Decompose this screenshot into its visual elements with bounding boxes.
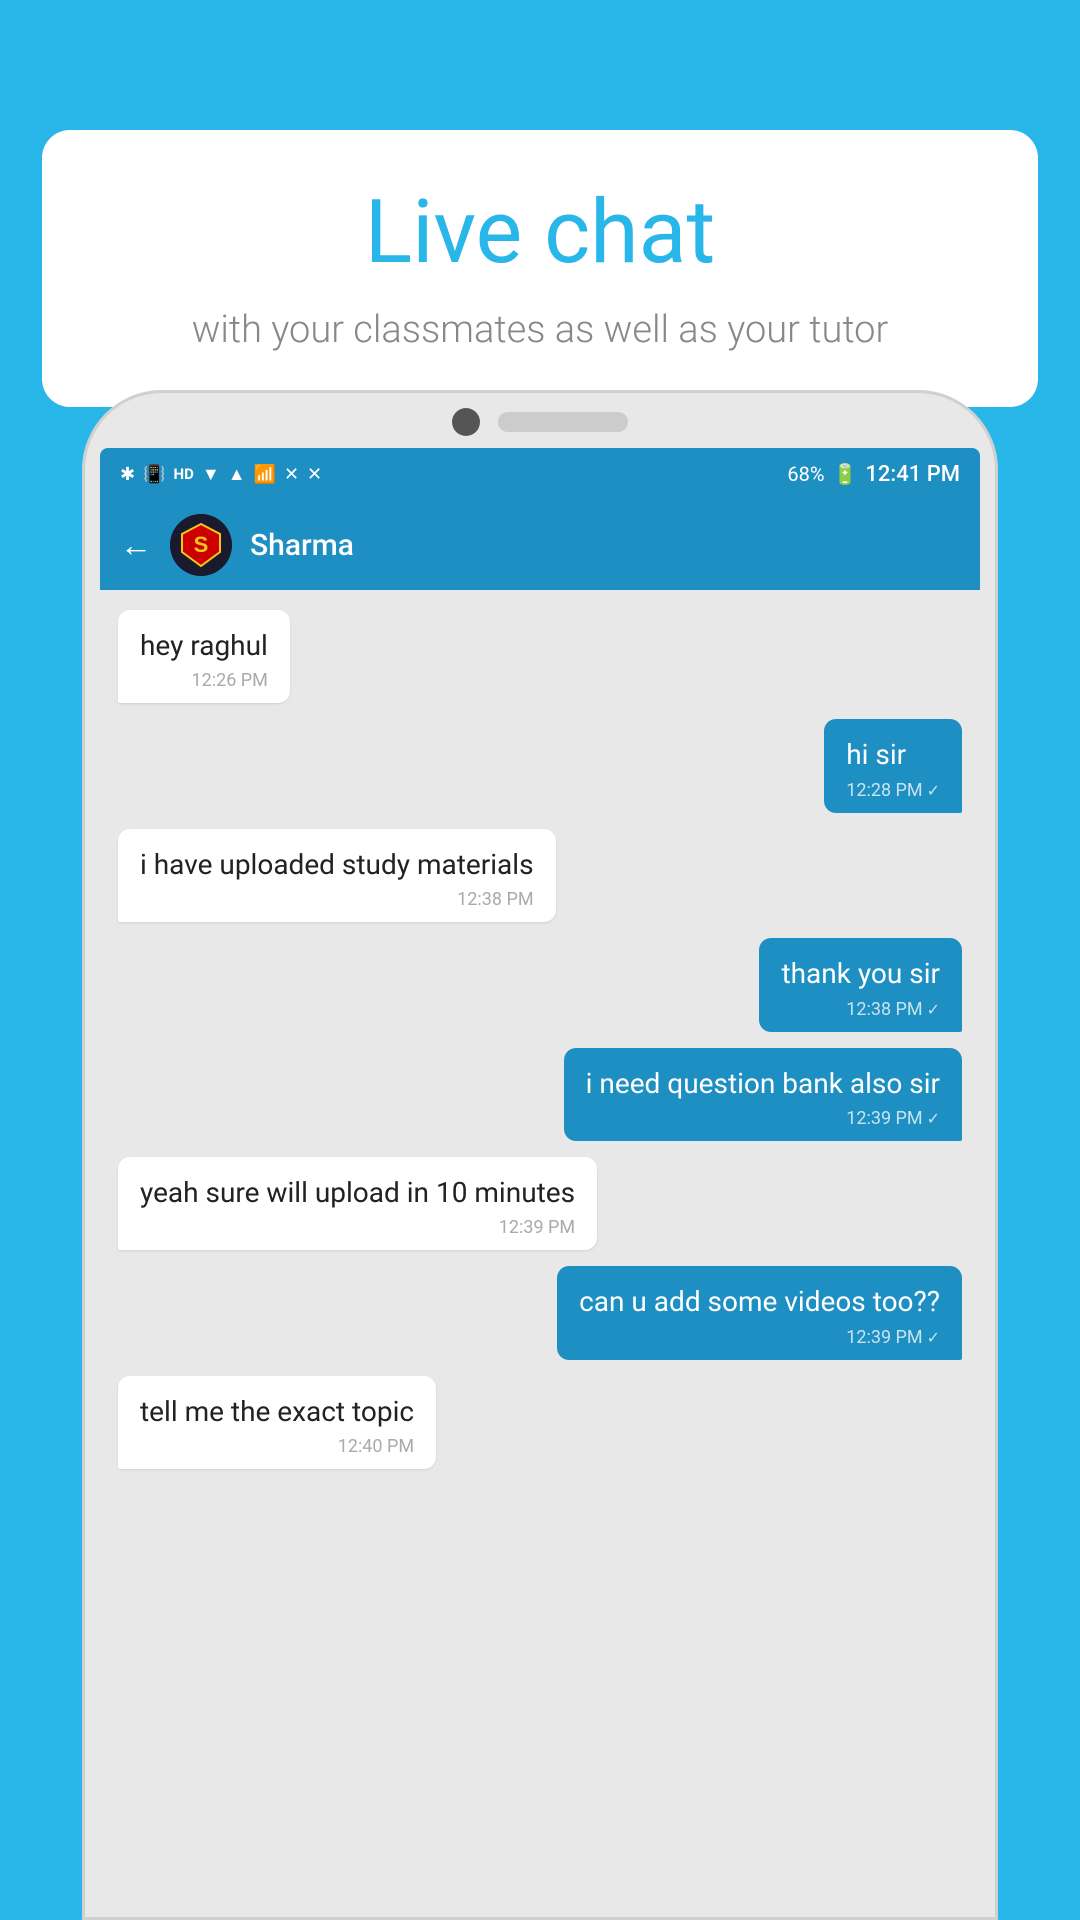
msg-time-8: 12:40 PM [140,1436,414,1457]
status-time: 12:41 PM [865,462,960,487]
contact-name: Sharma [250,528,354,563]
phone-camera-icon [452,408,480,436]
vibrate-icon: 📳 [143,464,165,485]
svg-text:S: S [194,532,209,557]
message-4: thank you sir 12:38 PM ✓ [759,938,962,1031]
check-icon: ✓ [927,1000,940,1019]
check-icon: ✓ [927,1328,940,1347]
phone-top-bar [100,408,980,436]
msg-text-2: hi sir [846,737,940,773]
check-icon: ✓ [927,1109,940,1128]
message-3: i have uploaded study materials 12:38 PM [118,829,556,922]
avatar-image: S [170,514,232,576]
hd-icon: HD [174,465,194,483]
message-2: hi sir 12:28 PM ✓ [824,719,962,812]
bubble-subtitle: with your classmates as well as your tut… [102,304,978,357]
wifi-icon: ▼ [202,464,220,485]
status-bar: ✱ 📳 HD ▼ ▲ 📶 ✕ ✕ 68% 🔋 12:41 PM [100,448,980,500]
message-5: i need question bank also sir 12:39 PM ✓ [564,1048,962,1141]
msg-time-3: 12:38 PM [140,889,534,910]
signal-icon: 📶 [254,464,276,485]
bluetooth-icon: ✱ [120,464,135,485]
status-right-icons: 68% 🔋 12:41 PM [787,462,960,487]
chat-header: ← S Sharma [100,500,980,590]
msg-text-3: i have uploaded study materials [140,847,534,883]
bubble-title: Live chat [102,185,978,282]
msg-time-4: 12:38 PM ✓ [781,999,940,1020]
back-button[interactable]: ← [120,526,152,564]
message-7: can u add some videos too?? 12:39 PM ✓ [557,1266,962,1359]
phone-screen: ✱ 📳 HD ▼ ▲ 📶 ✕ ✕ 68% 🔋 12:41 PM ← [100,448,980,1880]
msg-text-4: thank you sir [781,956,940,992]
battery-percent: 68% [787,462,824,486]
msg-text-1: hey raghul [140,628,268,664]
x-icon2: ✕ [307,464,322,485]
x-icon1: ✕ [284,464,299,485]
msg-time-5: 12:39 PM ✓ [586,1108,940,1129]
msg-time-6: 12:39 PM [140,1217,575,1238]
msg-text-7: can u add some videos too?? [579,1284,940,1320]
msg-time-7: 12:39 PM ✓ [579,1327,940,1348]
msg-text-6: yeah sure will upload in 10 minutes [140,1175,575,1211]
phone-speaker [498,412,628,432]
status-left-icons: ✱ 📳 HD ▼ ▲ 📶 ✕ ✕ [120,464,322,485]
check-icon: ✓ [927,781,940,800]
msg-time-2: 12:28 PM ✓ [846,780,940,801]
chat-body: hey raghul 12:26 PM hi sir 12:28 PM ✓ i … [100,590,980,1880]
msg-text-5: i need question bank also sir [586,1066,940,1102]
message-1: hey raghul 12:26 PM [118,610,290,703]
battery-icon: 🔋 [833,462,858,486]
message-6: yeah sure will upload in 10 minutes 12:3… [118,1157,597,1250]
phone-mockup: ✱ 📳 HD ▼ ▲ 📶 ✕ ✕ 68% 🔋 12:41 PM ← [82,390,998,1920]
speech-bubble-card: Live chat with your classmates as well a… [42,130,1038,407]
avatar: S [170,514,232,576]
message-8: tell me the exact topic 12:40 PM [118,1376,436,1469]
msg-time-1: 12:26 PM [140,670,268,691]
network-icon: ▲ [228,464,246,485]
msg-text-8: tell me the exact topic [140,1394,414,1430]
